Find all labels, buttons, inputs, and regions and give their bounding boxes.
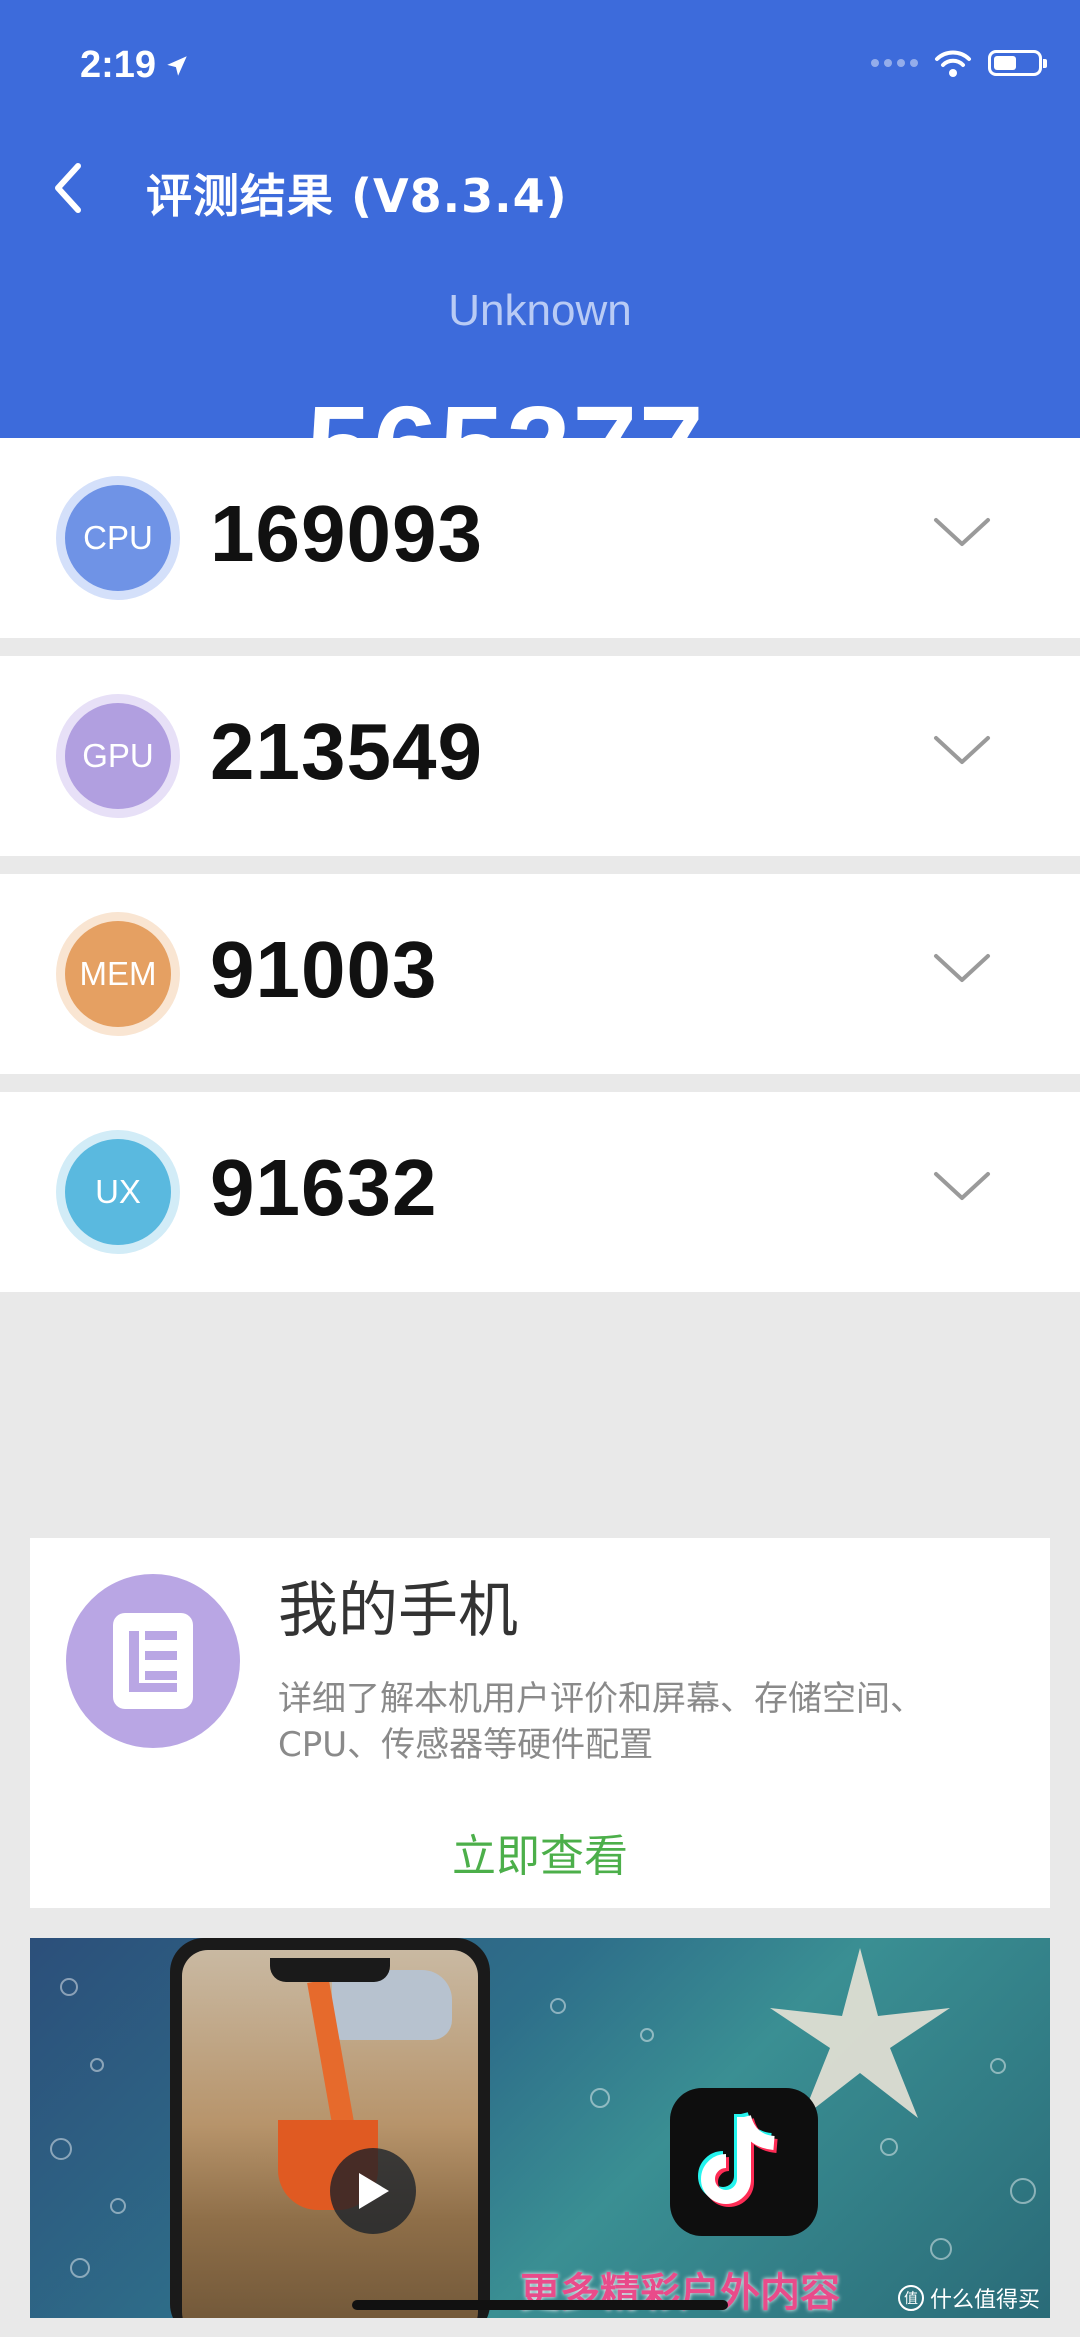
ux-score: 91632 bbox=[210, 1143, 438, 1232]
watermark-logo-icon: 值 bbox=[897, 2285, 924, 2311]
chevron-down-icon bbox=[934, 954, 990, 982]
expand-ux-button[interactable] bbox=[932, 1166, 992, 1206]
my-phone-card[interactable]: 我的手机 详细了解本机用户评价和屏幕、存储空间、CPU、传感器等硬件配置 立即查… bbox=[30, 1538, 1050, 1908]
ad-banner[interactable]: 更多精彩户外内容 值 什么值得买 bbox=[30, 1938, 1050, 2318]
cpu-badge: CPU bbox=[56, 476, 180, 600]
mem-score: 91003 bbox=[210, 925, 438, 1014]
expand-gpu-button[interactable] bbox=[932, 730, 992, 770]
expand-mem-button[interactable] bbox=[932, 948, 992, 988]
back-button[interactable] bbox=[48, 160, 98, 220]
card-title: 我的手机 bbox=[278, 1576, 518, 1646]
expand-cpu-button[interactable] bbox=[932, 512, 992, 552]
ux-badge-label: UX bbox=[65, 1139, 171, 1245]
page-title: 评测结果 (V8.3.4) bbox=[146, 169, 568, 223]
battery-icon bbox=[988, 50, 1047, 76]
gpu-badge: GPU bbox=[56, 694, 180, 818]
chevron-left-icon bbox=[55, 163, 81, 213]
document-icon bbox=[66, 1574, 240, 1748]
watermark: 值 什么值得买 bbox=[897, 2282, 1040, 2314]
chevron-down-icon bbox=[934, 736, 990, 764]
mem-badge-label: MEM bbox=[65, 921, 171, 1027]
gpu-badge-label: GPU bbox=[65, 703, 171, 809]
status-time-text: 2:19 bbox=[80, 44, 157, 86]
play-icon bbox=[359, 2173, 389, 2209]
cpu-badge-label: CPU bbox=[65, 485, 171, 591]
chevron-down-icon bbox=[934, 518, 990, 546]
chevron-down-icon bbox=[934, 1172, 990, 1200]
score-row-cpu[interactable]: CPU 169093 bbox=[0, 438, 1080, 638]
score-row-ux[interactable]: UX 91632 bbox=[0, 1092, 1080, 1292]
score-row-gpu[interactable]: GPU 213549 bbox=[0, 656, 1080, 856]
gpu-score: 213549 bbox=[210, 707, 483, 796]
tiktok-logo-icon bbox=[670, 2088, 818, 2236]
watermark-text: 什么值得买 bbox=[929, 2288, 1040, 2313]
location-arrow-icon bbox=[167, 55, 187, 76]
view-now-link[interactable]: 立即查看 bbox=[30, 1820, 1050, 1884]
home-indicator[interactable] bbox=[352, 2300, 728, 2310]
play-button[interactable] bbox=[330, 2148, 416, 2234]
cpu-score: 169093 bbox=[210, 489, 483, 578]
device-name: Unknown bbox=[448, 286, 632, 335]
signal-icon bbox=[871, 59, 918, 67]
wifi-icon bbox=[935, 50, 971, 77]
ux-badge: UX bbox=[56, 1130, 180, 1254]
mem-badge: MEM bbox=[56, 912, 180, 1036]
score-row-mem[interactable]: MEM 91003 bbox=[0, 874, 1080, 1074]
card-description: 详细了解本机用户评价和屏幕、存储空间、CPU、传感器等硬件配置 bbox=[278, 1679, 924, 1765]
status-icons bbox=[871, 48, 1047, 78]
status-time: 2:19 bbox=[80, 44, 190, 87]
